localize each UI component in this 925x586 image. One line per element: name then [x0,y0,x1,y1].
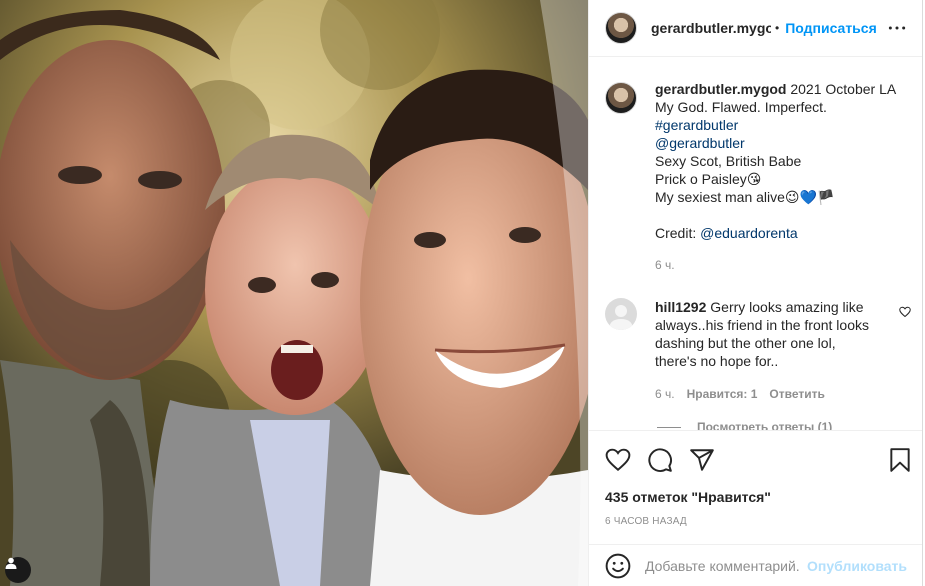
panel-border [922,0,923,586]
commenter-username[interactable]: hill1292 [655,299,706,315]
comments-list[interactable]: gerardbutler.mygod 2021 October LA My Go… [589,58,923,430]
default-avatar-icon [609,305,633,330]
bookmark-icon[interactable] [887,447,913,473]
caption-line: Sexy Scot, British Babe [655,153,802,169]
more-options-icon[interactable] [887,18,907,38]
author-avatar[interactable] [605,12,637,44]
post-actions: 435 отметок "Нравится" 6 часов назад [589,430,923,544]
follow-button[interactable]: Подписаться [785,20,877,36]
caption-username[interactable]: gerardbutler.mygod [655,81,786,97]
heart-icon[interactable] [605,447,631,473]
post-header: gerardbutler.mygod • Подписаться [589,0,923,57]
comment-icon[interactable] [647,447,673,473]
credit-mention-link[interactable]: @eduardorenta [700,225,798,241]
comment-composer: Опубликовать [589,544,923,586]
post-time-ago[interactable]: 6 часов назад [605,516,687,527]
likes-count[interactable]: 435 отметок "Нравится" [605,489,771,505]
emoji-icon[interactable] [605,553,631,579]
comment-timestamp[interactable]: 6 ч. [655,385,675,403]
tagged-users-button[interactable] [5,557,31,583]
selfie-illustration [0,0,588,586]
caption-line: Prick o Paisley😘 [655,171,762,187]
caption-lead: 2021 October LA [790,81,897,97]
post-photo[interactable] [0,0,588,586]
publish-comment-button[interactable]: Опубликовать [807,558,907,574]
share-icon[interactable] [689,447,715,473]
reply-button[interactable]: Ответить [769,385,824,403]
view-replies-label: Посмотреть ответы (1) [697,420,833,430]
header-username[interactable]: gerardbutler.mygod [651,20,771,36]
post-caption: gerardbutler.mygod 2021 October LA My Go… [605,80,905,274]
separator-dot: • [775,21,780,35]
hashtag-link[interactable]: #gerardbutler [655,116,896,134]
comment-likes[interactable]: Нравится: 1 [687,385,758,403]
comment-like-icon[interactable] [899,306,911,318]
caption-timestamp[interactable]: 6 ч. [655,256,896,274]
credit-label: Credit: [655,225,697,241]
view-replies-button[interactable]: Посмотреть ответы (1) [657,420,832,430]
replies-divider [657,426,681,428]
caption-line: My sexiest man alive😉💙🏴 [655,189,835,205]
comment-item: hill1292 Gerry looks amazing like always… [605,298,915,403]
user-icon [5,557,17,569]
commenter-avatar[interactable] [605,298,637,330]
comment-input[interactable] [645,557,800,574]
post-side-panel: gerardbutler.mygod • Подписаться gerardb… [588,0,923,586]
mention-link[interactable]: @gerardbutler [655,134,896,152]
caption-author-avatar[interactable] [605,82,637,114]
caption-line: My God. Flawed. Imperfect. [655,99,827,115]
